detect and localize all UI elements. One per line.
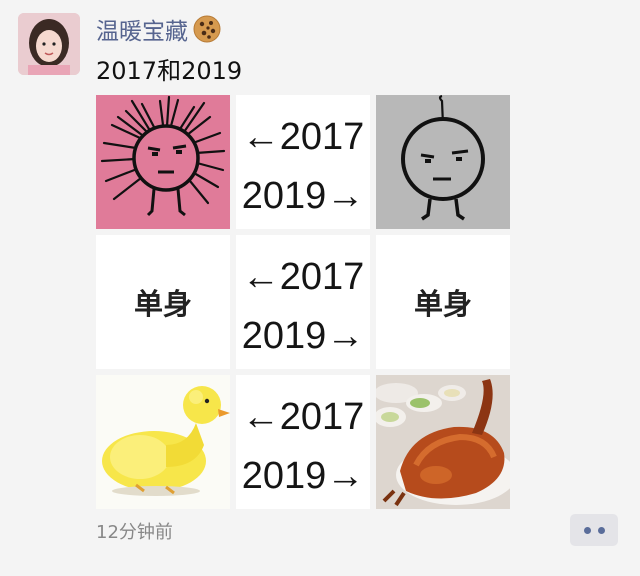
single-label: 单身 [133,287,192,321]
avatar-photo [18,13,80,75]
more-dots-icon[interactable] [570,514,618,546]
username[interactable]: 温暖宝藏 [96,12,188,46]
grid-image-bald-face[interactable] [376,95,510,229]
arrow-2017-label: ←2017 [241,256,365,298]
more-dot [597,526,605,534]
user-avatar[interactable] [18,13,80,75]
spiky-face-drawing [96,95,230,229]
grid-year-cell-3[interactable]: ←2017 2019→ [236,375,370,509]
arrow-2019-label: 2019→ [241,315,365,357]
grid-image-spiky-face[interactable] [96,95,230,229]
more-dot [583,526,591,534]
roast-duck-photo [376,375,510,509]
grid-image-duckling[interactable] [96,375,230,509]
grid-image-roast-duck[interactable] [376,375,510,509]
grid-year-cell-2[interactable]: ←2017 2019→ [236,235,370,369]
single-label: 单身 [413,287,472,321]
grid-single-cell-left[interactable]: 单身 [96,235,230,369]
arrow-2019-label: 2019→ [241,175,365,217]
grid-single-cell-right[interactable]: 单身 [376,235,510,369]
image-grid: ←2017 2019→ 单身 ←2017 2019→ 单身 ←2017 2019… [96,95,510,509]
arrow-2017-label: ←2017 [241,116,365,158]
arrow-2017-label: ←2017 [241,396,365,438]
cookie-icon [193,15,221,43]
username-link[interactable]: 温暖宝藏 [96,12,222,46]
post-timestamp: 12分钟前 [96,522,173,543]
grid-year-cell-1[interactable]: ←2017 2019→ [236,95,370,229]
duckling-photo [96,375,230,509]
arrow-2019-label: 2019→ [241,455,365,497]
bald-face-drawing [376,95,510,229]
post-text: 2017和2019 [96,57,243,85]
